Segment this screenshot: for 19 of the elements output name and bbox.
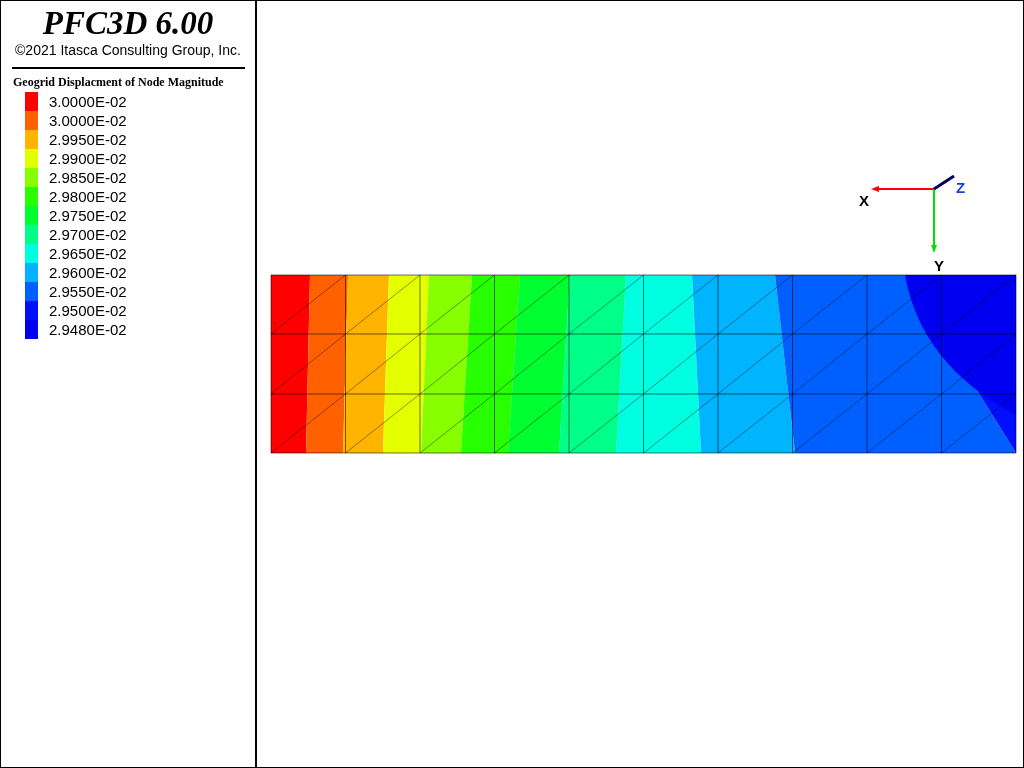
legend-value: 2.9480E-02: [49, 321, 127, 338]
legend-value: 2.9900E-02: [49, 150, 127, 167]
legend-value: 2.9500E-02: [49, 302, 127, 319]
legend-title: Geogrid Displacment of Node Magnitude: [13, 75, 224, 90]
z-axis-label: Z: [956, 179, 966, 196]
legend-value: 2.9650E-02: [49, 245, 127, 262]
legend-value: 2.9850E-02: [49, 169, 127, 186]
app-title: PFC3D 6.00: [42, 4, 214, 42]
legend-value: 2.9800E-02: [49, 188, 127, 205]
legend-value: 2.9950E-02: [49, 131, 127, 148]
legend-value: 3.0000E-02: [49, 93, 127, 110]
legend-value: 2.9750E-02: [49, 207, 127, 224]
legend-value: 3.0000E-02: [49, 112, 127, 129]
legend-value: 2.9700E-02: [49, 226, 127, 243]
legend-value: 2.9600E-02: [49, 264, 127, 281]
copyright-text: ©2021 Itasca Consulting Group, Inc.: [15, 42, 241, 58]
x-axis-label: X: [859, 192, 869, 209]
y-axis-label: Y: [934, 257, 944, 274]
legend-value: 2.9550E-02: [49, 283, 127, 300]
